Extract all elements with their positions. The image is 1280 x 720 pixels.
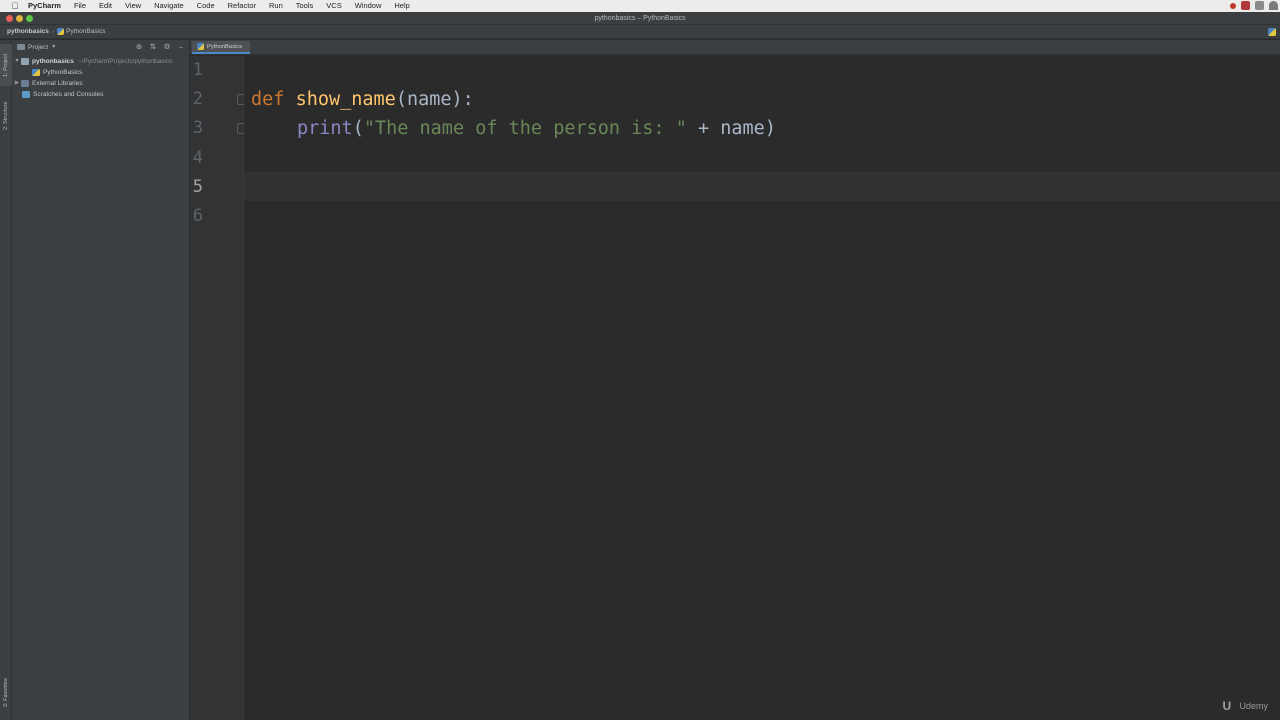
tree-scratches-label: Scratches and Consoles — [33, 91, 104, 98]
project-panel: Project ▼ ⊕ ⇅ ⚙ – ▼ pythonbasics ~/Pycha… — [12, 40, 190, 720]
record-icon[interactable] — [1230, 2, 1236, 9]
tab-pythonbasics[interactable]: PythonBasics — [192, 41, 251, 54]
code-params: (name): — [395, 89, 474, 110]
navigation-bar: pythonbasics › PythonBasics — [0, 25, 1280, 39]
tree-item-root[interactable]: ▼ pythonbasics ~/PycharmProjects/pythonb… — [12, 56, 190, 67]
code-line-3[interactable]: print("The name of the person is: " + na… — [297, 114, 776, 143]
menu-app-name[interactable]: PyCharm — [28, 0, 61, 12]
code-keyword: def — [251, 89, 285, 110]
menu-vcs[interactable]: VCS — [326, 0, 341, 12]
udemy-watermark: U Udemy — [1222, 700, 1268, 712]
menu-file[interactable]: File — [74, 0, 86, 12]
window-title-bar: pythonbasics – PythonBasics — [0, 12, 1280, 25]
scratches-icon — [22, 91, 30, 98]
window-title: pythonbasics – PythonBasics — [594, 15, 686, 22]
tab-structure-tool[interactable]: 2: Structure — [0, 92, 12, 140]
breadcrumb-separator: › — [51, 28, 55, 35]
menu-tools[interactable]: Tools — [296, 0, 314, 12]
tree-item-scratches[interactable]: Scratches and Consoles — [12, 89, 190, 100]
left-tool-strip: 1: Project 2: Structure 2: Favorites — [0, 40, 12, 720]
editor-tab-bar: PythonBasics — [190, 40, 1280, 55]
gear-icon[interactable]: ⚙ — [163, 42, 171, 51]
expanded-arrow-icon[interactable]: ▼ — [13, 56, 21, 67]
tab-project-tool[interactable]: 1: Project — [0, 44, 12, 86]
caret-row-highlight — [244, 172, 1280, 201]
menu-code[interactable]: Code — [197, 0, 215, 12]
screen-record-icon[interactable] — [1241, 1, 1250, 10]
menu-help[interactable]: Help — [394, 0, 409, 12]
code-open-paren: ( — [352, 118, 364, 139]
tree-file-label: PythonBasics — [43, 69, 83, 76]
python-file-icon — [32, 69, 40, 76]
tab-favorites-tool[interactable]: 2: Favorites — [0, 672, 12, 714]
menu-refactor[interactable]: Refactor — [228, 0, 256, 12]
line-number: 4 — [192, 148, 203, 168]
line-number: 3 — [192, 118, 203, 138]
tree-item-external-libraries[interactable]: ▶ External Libraries — [12, 78, 190, 89]
project-tree: ▼ pythonbasics ~/PycharmProjects/pythonb… — [12, 56, 190, 100]
line-number: 6 — [192, 206, 203, 226]
hide-panel-icon[interactable]: – — [177, 42, 185, 51]
python-file-icon — [197, 43, 204, 50]
screen:  PyCharm File Edit View Navigate Code R… — [0, 0, 1280, 720]
tree-root-label: pythonbasics — [32, 58, 74, 65]
tree-external-libraries-label: External Libraries — [32, 80, 83, 87]
breadcrumb-file-label: PythonBasics — [66, 28, 106, 35]
tree-item-pythonbasics-file[interactable]: PythonBasics — [12, 67, 190, 78]
line-number-current: 5 — [192, 177, 203, 197]
editor-tab-label: PythonBasics — [207, 43, 243, 50]
library-icon — [21, 80, 29, 87]
code-concat: + name) — [686, 118, 776, 139]
menu-run[interactable]: Run — [269, 0, 283, 12]
collapsed-arrow-icon[interactable]: ▶ — [13, 78, 21, 89]
watermark-text: Udemy — [1239, 701, 1268, 711]
line-number-gutter[interactable]: 1 2 3 4 5 6 — [190, 56, 246, 720]
menu-edit[interactable]: Edit — [99, 0, 112, 12]
menu-window[interactable]: Window — [355, 0, 382, 12]
code-line-2[interactable]: def show_name(name): — [251, 85, 474, 114]
chevron-down-icon[interactable]: ▼ — [51, 44, 56, 50]
menu-view[interactable]: View — [125, 0, 141, 12]
grid-icon[interactable] — [1255, 1, 1264, 10]
code-string: "The name of the person is: " — [363, 118, 687, 139]
folder-icon — [21, 58, 29, 65]
project-panel-title: Project — [28, 43, 49, 51]
menu-navigate[interactable]: Navigate — [154, 0, 184, 12]
breadcrumb-project[interactable]: pythonbasics — [7, 28, 49, 35]
project-panel-tools: ⊕ ⇅ ⚙ – — [135, 42, 185, 51]
locate-file-icon[interactable]: ⊕ — [135, 42, 143, 51]
tree-root-path: ~/PycharmProjects/pythonbasics — [77, 58, 173, 65]
python-interpreter-icon[interactable] — [1268, 28, 1276, 36]
udemy-logo-icon: U — [1222, 699, 1232, 713]
code-editor[interactable]: def show_name(name): print("The name of … — [244, 56, 1280, 720]
project-view-icon — [17, 44, 25, 50]
python-file-icon — [57, 28, 65, 35]
apple-icon[interactable]:  — [10, 1, 20, 11]
collapse-all-icon[interactable]: ⇅ — [149, 42, 157, 51]
status-tray — [1230, 1, 1278, 10]
line-number: 2 — [192, 89, 203, 109]
wifi-icon[interactable] — [1269, 1, 1278, 10]
code-builtin: print — [297, 118, 353, 139]
breadcrumb-file[interactable]: PythonBasics — [57, 28, 105, 35]
code-function-name: show_name — [295, 89, 396, 110]
line-number: 1 — [192, 60, 203, 80]
menu-bar:  PyCharm File Edit View Navigate Code R… — [0, 0, 1280, 12]
